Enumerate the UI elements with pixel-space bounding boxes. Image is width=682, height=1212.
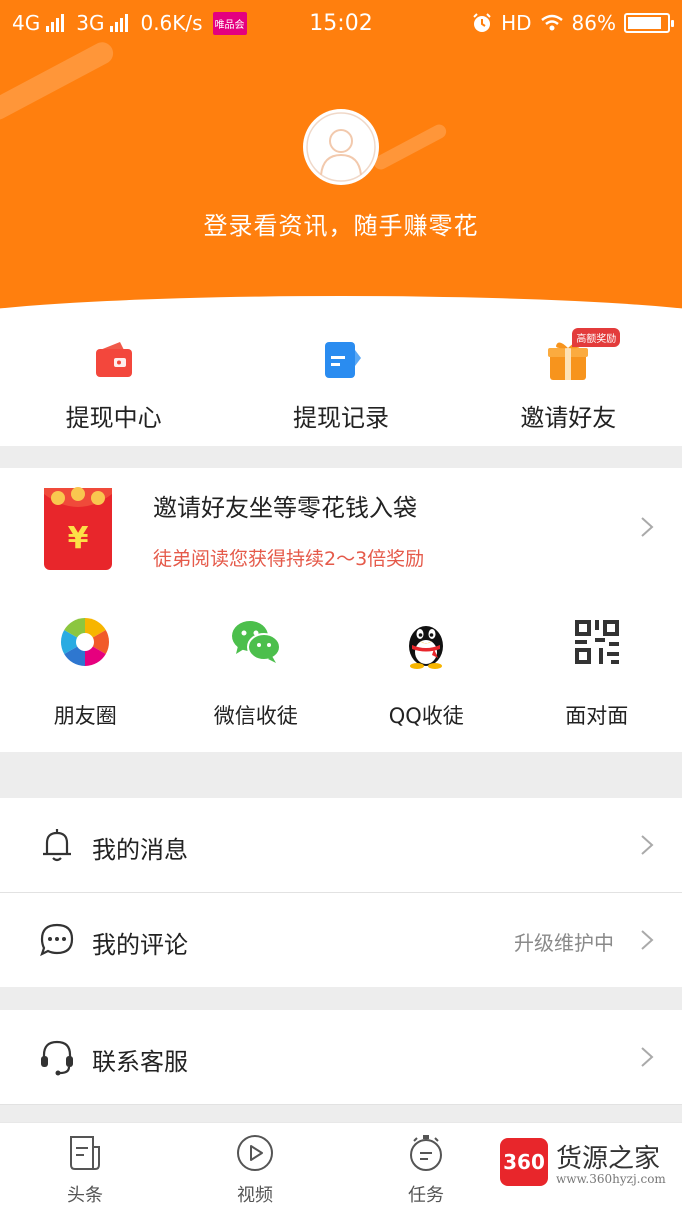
- headset-icon: [41, 1040, 73, 1076]
- chevron-right-icon: [641, 1047, 654, 1067]
- withdraw-record-button[interactable]: 提现记录: [227, 314, 454, 446]
- profile-header: 4G 3G 0.6K/s 唯品会 15:02 HD 86% 登录看资讯，随手赚零…: [0, 0, 682, 318]
- alarm-icon: [473, 13, 491, 32]
- qq-icon: [409, 626, 444, 669]
- nav-video[interactable]: 视频: [170, 1123, 340, 1212]
- share-label: 面对面: [565, 704, 629, 728]
- my-comments-row[interactable]: 我的评论 升级维护中: [0, 893, 682, 987]
- share-options: 朋友圈 微信收徒 QQ收徒 面对面: [0, 608, 682, 728]
- invite-title[interactable]: 邀请好友坐等零花钱入袋: [153, 488, 417, 523]
- invite-friends-button[interactable]: 高额奖励 邀请好友: [455, 314, 682, 446]
- share-qq-button[interactable]: QQ收徒: [341, 608, 512, 728]
- signal-icon: [46, 14, 65, 32]
- network-type-1: 4G: [12, 11, 41, 35]
- nav-label: 任务: [408, 1185, 444, 1206]
- share-wechat-button[interactable]: 微信收徒: [171, 608, 342, 728]
- customer-service-row[interactable]: 联系客服: [0, 1010, 682, 1104]
- nav-news[interactable]: 头条: [0, 1123, 170, 1212]
- withdraw-center-button[interactable]: 提现中心: [0, 314, 227, 446]
- header-decoration: [0, 38, 117, 124]
- record-icon: [324, 342, 361, 378]
- yuan-symbol: ¥: [68, 521, 89, 556]
- share-label: 微信收徒: [213, 704, 298, 728]
- task-icon: [410, 1135, 442, 1171]
- wechat-icon: [231, 621, 281, 663]
- invite-card: ¥ 邀请好友坐等零花钱入袋 徒弟阅读您获得持续2～3倍奖励 朋友圈 微信收徒 Q…: [0, 468, 682, 752]
- network-speed: 0.6K/s: [140, 11, 203, 35]
- header-decoration: [371, 122, 449, 172]
- battery-icon: [624, 13, 674, 33]
- news-icon: [70, 1136, 100, 1170]
- hd-indicator: HD: [501, 11, 532, 35]
- chevron-right-icon[interactable]: [640, 516, 654, 538]
- wallet-icon: [95, 342, 132, 377]
- avatar[interactable]: [303, 109, 379, 185]
- nav-label: 视频: [237, 1185, 273, 1206]
- wifi-icon: [540, 14, 563, 31]
- status-bar: 4G 3G 0.6K/s 唯品会 15:02 HD 86%: [0, 0, 682, 46]
- bell-icon: [43, 829, 71, 862]
- quick-action-label: 提现记录: [292, 404, 389, 432]
- share-label: QQ收徒: [388, 704, 464, 728]
- app-notification-badge: 唯品会: [212, 11, 247, 35]
- menu-status: 升级维护中: [514, 931, 614, 955]
- quick-action-label: 提现中心: [65, 404, 162, 432]
- moments-icon: [61, 618, 110, 666]
- chevron-right-icon: [641, 835, 654, 855]
- red-envelope-icon[interactable]: ¥: [40, 484, 116, 572]
- signal-icon: [110, 14, 129, 32]
- watermark-logo: 360 货源之家 www.360hyzj.com: [500, 1138, 680, 1192]
- nav-label: 头条: [67, 1185, 103, 1206]
- network-type-2: 3G: [76, 11, 105, 35]
- share-label: 朋友圈: [53, 704, 117, 728]
- comment-icon: [40, 923, 74, 957]
- watermark-360: 360: [500, 1138, 548, 1186]
- high-reward-tag: 高额奖励: [572, 328, 621, 347]
- watermark-title: 货源之家: [556, 1144, 661, 1174]
- qrcode-icon: [574, 620, 619, 664]
- share-moments-button[interactable]: 朋友圈: [0, 608, 171, 728]
- quick-action-label: 邀请好友: [520, 404, 617, 432]
- video-icon: [237, 1135, 273, 1171]
- nav-task[interactable]: 任务: [341, 1123, 511, 1212]
- menu-label: 我的评论: [92, 931, 188, 959]
- menu-label: 联系客服: [92, 1048, 188, 1076]
- watermark-url: www.360hyzj.com: [556, 1172, 666, 1186]
- login-prompt[interactable]: 登录看资讯，随手赚零花: [0, 206, 682, 241]
- share-face-to-face-button[interactable]: 面对面: [512, 608, 682, 728]
- battery-percent: 86%: [571, 11, 616, 35]
- chevron-right-icon: [641, 930, 654, 950]
- divider: [0, 1104, 682, 1105]
- menu-label: 我的消息: [92, 836, 188, 864]
- default-avatar-icon: [306, 112, 376, 182]
- quick-actions: 提现中心 提现记录 高额奖励 邀请好友: [0, 314, 682, 446]
- invite-subtitle: 徒弟阅读您获得持续2～3倍奖励: [153, 548, 425, 570]
- my-messages-row[interactable]: 我的消息: [0, 798, 682, 892]
